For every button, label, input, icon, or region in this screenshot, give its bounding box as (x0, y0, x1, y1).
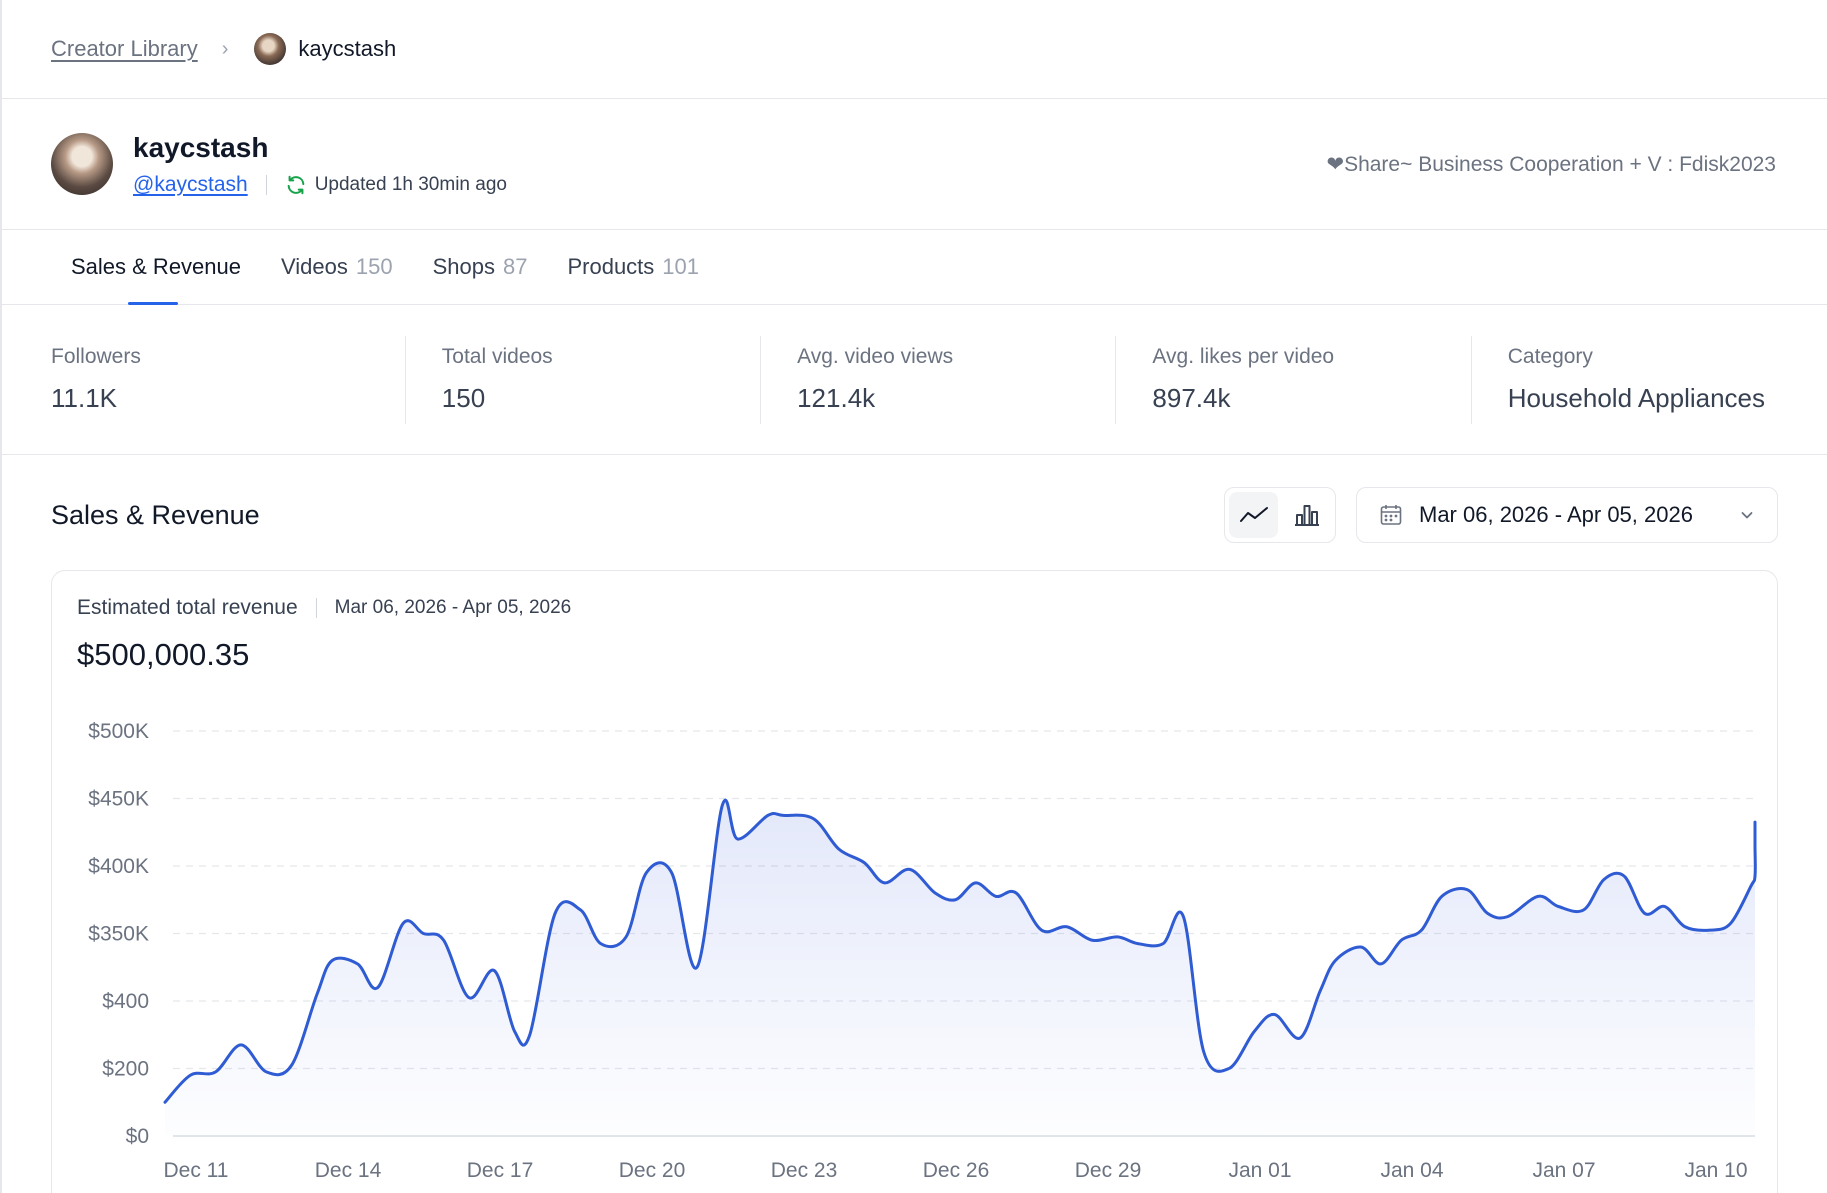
tab-label: Videos (281, 253, 348, 279)
divider (315, 598, 317, 618)
x-tick-label: Dec 29 (1075, 1159, 1142, 1182)
total-revenue-value: $500,000.35 (77, 637, 250, 672)
tab-sales-revenue[interactable]: Sales & Revenue (71, 229, 241, 305)
revenue-chart: $0 $200 $400 $350K $400K $450K $500K Dec 11 Dec… (88, 720, 1757, 1182)
refresh-icon[interactable] (285, 174, 307, 196)
x-tick-label: Dec 23 (771, 1159, 838, 1182)
bar-chart-icon (1294, 505, 1319, 526)
profile-header: kaycstash @kaycstash Updated 1h 30min ag… (2, 99, 1827, 230)
stat-label: Total videos (441, 345, 553, 368)
stat-value: Household Appliances (1507, 383, 1766, 413)
revenue-card: $0 $200 $400 $350K $400K $450K $500K Dec 11 Dec… (51, 570, 1778, 1193)
y-tick-label: $500K (88, 720, 149, 743)
stat-label: Category (1507, 345, 1593, 368)
x-tick-label: Dec 20 (619, 1159, 686, 1182)
profile-bio: ❤Share~ Business Cooperation + V : Fdisk… (1326, 152, 1776, 176)
section-title: Sales & Revenue (51, 499, 260, 530)
stat-category: Category Household Appliances (1472, 336, 1827, 424)
stat-label: Avg. likes per video (1152, 345, 1335, 368)
x-tick-label: Dec 11 (164, 1159, 229, 1182)
profile-name: kaycstash (133, 132, 269, 163)
avatar (254, 33, 287, 65)
bar-chart-button[interactable] (1282, 492, 1331, 538)
x-tick-label: Jan 04 (1380, 1159, 1443, 1182)
profile-info: kaycstash @kaycstash Updated 1h 30min ag… (133, 131, 507, 197)
chevron-right-icon: › (221, 37, 229, 60)
breadcrumb-current: kaycstash (298, 36, 397, 61)
stat-followers: Followers 11.1K (51, 335, 406, 424)
tab-count: 101 (662, 253, 700, 279)
tab-bar: Sales & Revenue Videos 150 Shops 87 Prod… (2, 230, 1827, 305)
tab-count: 87 (502, 253, 528, 279)
stat-value: 897.4k (1152, 383, 1231, 413)
tab-count: 150 (355, 253, 393, 279)
card-label: Estimated total revenue (77, 596, 298, 619)
stat-avg-video-views: Avg. video views 121.4k (761, 335, 1117, 424)
line-chart-icon (1239, 507, 1268, 522)
x-tick-label: Dec 14 (315, 1159, 382, 1182)
x-tick-label: Dec 17 (467, 1159, 534, 1182)
card-header: Estimated total revenue Mar 06, 2026 - A… (77, 596, 571, 620)
y-tick-label: $350K (88, 923, 149, 946)
stat-label: Followers (51, 345, 141, 368)
stats-row: Followers 11.1K Total videos 150 Avg. vi… (2, 305, 1827, 455)
x-tick-label: Jan 01 (1228, 1159, 1291, 1182)
chart-type-toggle (1224, 487, 1336, 543)
tab-products[interactable]: Products 101 (567, 229, 699, 304)
line-chart-button[interactable] (1229, 492, 1278, 538)
revenue-area (165, 800, 1756, 1136)
stat-value: 121.4k (797, 383, 876, 413)
y-tick-label: $0 (126, 1125, 149, 1148)
y-tick-label: $400K (88, 855, 149, 878)
y-tick-label: $450K (88, 788, 149, 811)
chevron-down-icon (1741, 512, 1753, 519)
tab-videos[interactable]: Videos 150 (281, 229, 393, 304)
profile-handle-link[interactable]: @kaycstash (133, 173, 248, 197)
stat-value: 11.1K (51, 383, 118, 413)
stat-value: 150 (441, 383, 486, 413)
x-tick-label: Jan 10 (1684, 1159, 1747, 1182)
y-tick-label: $200 (102, 1058, 149, 1081)
stat-total-videos: Total videos 150 (406, 335, 762, 424)
updated-status: Updated 1h 30min ago (314, 174, 507, 195)
x-tick-label: Dec 26 (923, 1159, 990, 1182)
date-range-value: Mar 06, 2026 - Apr 05, 2026 (1419, 502, 1693, 527)
stat-avg-likes: Avg. likes per video 897.4k (1116, 335, 1472, 424)
card-date-range: Mar 06, 2026 - Apr 05, 2026 (334, 597, 572, 618)
x-tick-label: Jan 07 (1532, 1159, 1595, 1182)
date-range-picker[interactable]: Mar 06, 2026 - Apr 05, 2026 (1356, 487, 1778, 543)
tab-shops[interactable]: Shops 87 (433, 229, 528, 304)
tab-label: Products (567, 253, 655, 279)
profile-avatar (51, 133, 113, 195)
profile-meta: @kaycstash Updated 1h 30min ago (133, 173, 507, 197)
calendar-icon (1380, 505, 1402, 525)
tab-label: Shops (432, 253, 495, 279)
breadcrumb: Creator Library › kaycstash (2, 0, 1827, 99)
tab-label: Sales & Revenue (71, 253, 241, 279)
y-tick-label: $400 (102, 990, 149, 1013)
breadcrumb-creator-library-link[interactable]: Creator Library (51, 36, 198, 62)
divider (265, 175, 267, 195)
stat-label: Avg. video views (797, 345, 954, 368)
section-header: Sales & Revenue Mar 06, 2026 - Apr 05, 2… (51, 486, 1778, 544)
